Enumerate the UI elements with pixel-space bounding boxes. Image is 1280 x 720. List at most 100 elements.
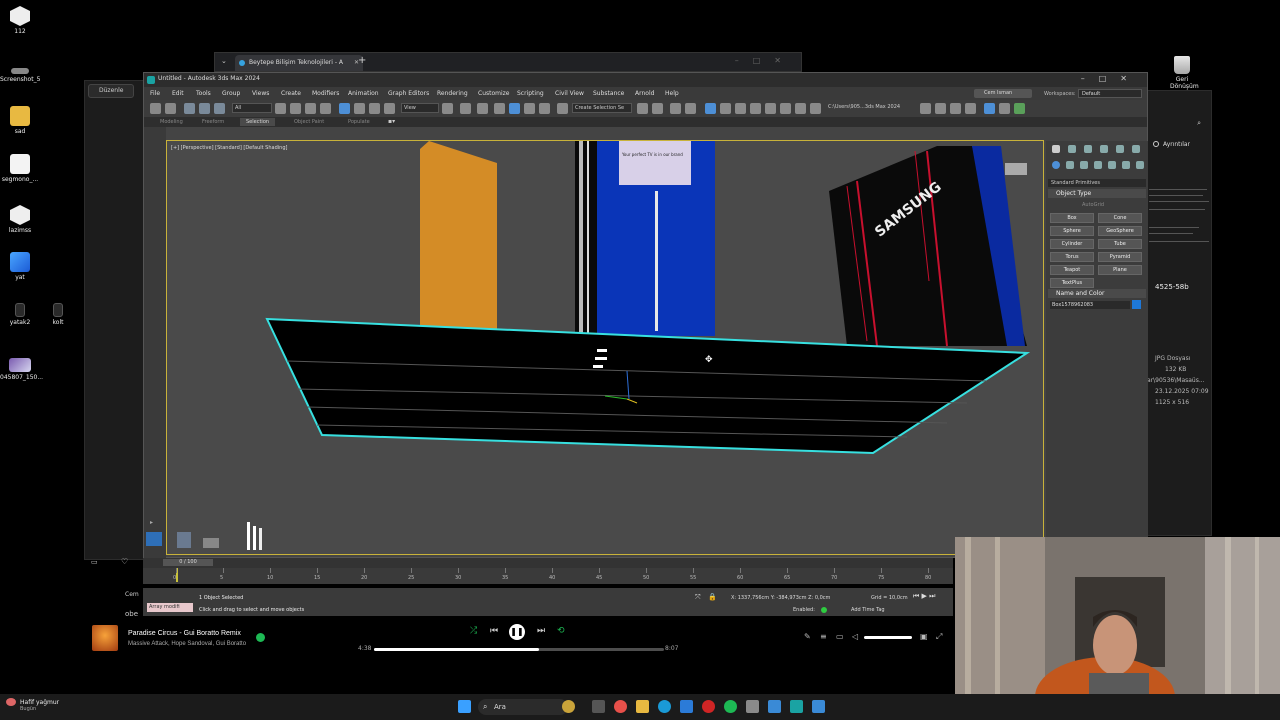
percent-snap-icon[interactable]: [524, 103, 535, 114]
geometry-icon[interactable]: [1052, 161, 1060, 169]
track-artists[interactable]: Massive Attack, Hope Sandoval, Gui Borat…: [128, 641, 246, 647]
layer-explorer-icon[interactable]: [685, 103, 696, 114]
time-slider-thumb[interactable]: 0 / 100: [163, 559, 213, 566]
perspective-viewport[interactable]: [+] [Perspective] [Standard] [Default Sh…: [166, 140, 1044, 555]
cameras-icon[interactable]: [1094, 161, 1102, 169]
name-color-rollout[interactable]: Name and Color: [1048, 289, 1146, 298]
chevron-down-icon[interactable]: ⌄: [221, 57, 227, 65]
project-folder-icon[interactable]: [920, 103, 931, 114]
isolate-icon[interactable]: ⤧: [695, 593, 701, 602]
start-windows-icon[interactable]: [458, 700, 471, 713]
menu-tools[interactable]: Tools: [196, 90, 211, 97]
menu-file[interactable]: File: [150, 90, 160, 97]
menu-modifiers[interactable]: Modifiers: [312, 90, 339, 97]
selection-filter-select[interactable]: All: [232, 103, 272, 113]
object-color-swatch[interactable]: [1132, 300, 1141, 309]
ribbon-tab-freeform[interactable]: Freeform: [202, 119, 224, 125]
render-setup-icon[interactable]: [765, 103, 776, 114]
miniplayer-icon[interactable]: ▣: [920, 632, 928, 641]
utilities-tab-icon[interactable]: [1132, 145, 1140, 153]
named-selection-select[interactable]: Create Selection Se: [572, 103, 632, 113]
viewcube[interactable]: [1005, 163, 1027, 175]
queue-icon[interactable]: ≡: [820, 632, 827, 641]
desktop-icon-yatak2[interactable]: yatak2: [0, 303, 40, 326]
undo-icon[interactable]: [150, 103, 161, 114]
heart-icon[interactable]: ♡: [121, 557, 128, 566]
shuffle-icon[interactable]: ⤮: [470, 626, 477, 636]
devices-icon[interactable]: ▭: [836, 632, 844, 641]
desktop-icon-045807[interactable]: 045807_150...: [0, 358, 43, 381]
ribbon-tab-populate[interactable]: Populate: [348, 119, 370, 125]
helpers-icon[interactable]: [1108, 161, 1116, 169]
menu-edit[interactable]: Edit: [172, 90, 184, 97]
menu-help[interactable]: Help: [665, 90, 679, 97]
scale-icon[interactable]: [369, 103, 380, 114]
photos-icon[interactable]: [812, 700, 825, 713]
menu-rendering[interactable]: Rendering: [437, 90, 468, 97]
sync-icon[interactable]: [1014, 103, 1025, 114]
file-explorer-icon[interactable]: [636, 700, 649, 713]
project-path[interactable]: C:\Users\905...3ds Max 2024: [828, 104, 900, 110]
time-slider[interactable]: ▭ ♡ 0 / 100: [91, 557, 953, 568]
textplus-button[interactable]: TextPlus: [1050, 278, 1094, 288]
redo-icon[interactable]: [165, 103, 176, 114]
align-icon[interactable]: [652, 103, 663, 114]
recycle-bin[interactable]: Geri Dönüşüm: [1170, 56, 1199, 90]
angle-snap-icon[interactable]: [509, 103, 520, 114]
desktop-icon-lazimss[interactable]: lazimss: [0, 205, 40, 234]
box-button[interactable]: Box: [1050, 213, 1094, 223]
window-controls[interactable]: –□✕: [735, 56, 795, 65]
cone-button[interactable]: Cone: [1098, 213, 1142, 223]
ribbon-options-icon[interactable]: ▪▾: [388, 118, 395, 125]
playback-progress[interactable]: [374, 648, 664, 651]
3dsmax-taskbar-icon[interactable]: [790, 700, 803, 713]
material-editor-icon[interactable]: [750, 103, 761, 114]
track-title[interactable]: Paradise Circus - Gui Boratto Remix: [128, 630, 241, 637]
chrome-icon[interactable]: [614, 700, 627, 713]
lights-icon[interactable]: [1080, 161, 1088, 169]
fullscreen-icon[interactable]: ⤢: [936, 632, 942, 642]
browser-tab[interactable]: Beytepe Bilişim Teknolojileri - A ✕: [235, 55, 363, 71]
select-manipulate-icon[interactable]: [460, 103, 471, 114]
autogrid-checkbox[interactable]: AutoGrid: [1082, 202, 1104, 208]
pause-button[interactable]: ❚❚: [509, 624, 525, 640]
spotify-icon[interactable]: [724, 700, 737, 713]
ribbon-tab-selection[interactable]: Selection: [240, 118, 276, 126]
placement-icon[interactable]: [384, 103, 395, 114]
bind-spacewarp-icon[interactable]: [214, 103, 225, 114]
window-crossing-icon[interactable]: [320, 103, 331, 114]
motion-tab-icon[interactable]: [1100, 145, 1108, 153]
torus-button[interactable]: Torus: [1050, 252, 1094, 262]
window-controls[interactable]: –□✕: [1081, 74, 1141, 83]
link-icon[interactable]: [184, 103, 195, 114]
snap-3d-icon[interactable]: [494, 103, 505, 114]
help-search-icon[interactable]: [999, 103, 1010, 114]
select-object-icon[interactable]: [275, 103, 286, 114]
save-icon[interactable]: [950, 103, 961, 114]
menu-group[interactable]: Group: [222, 90, 240, 97]
object-type-rollout[interactable]: Object Type: [1048, 189, 1146, 198]
play-icon[interactable]: ▸: [150, 519, 153, 526]
enabled-toggle[interactable]: Enabled:: [793, 607, 815, 613]
user-account-button[interactable]: Cem Isman: [974, 89, 1032, 98]
desktop-icon-screenshot[interactable]: Screenshot_5: [0, 68, 40, 83]
ribbon-tab-modeling[interactable]: Modeling: [160, 119, 183, 125]
object-name-input[interactable]: Box1578962083: [1050, 301, 1130, 309]
keyboard-shortcut-icon[interactable]: [477, 103, 488, 114]
app-icon[interactable]: [768, 700, 781, 713]
render-iterative-icon[interactable]: [810, 103, 821, 114]
menu-scripting[interactable]: Scripting: [517, 90, 544, 97]
open-icon[interactable]: [935, 103, 946, 114]
desktop-icon-yat[interactable]: yat: [0, 252, 40, 281]
geosphere-button[interactable]: GeoSphere: [1098, 226, 1142, 236]
menu-substance[interactable]: Substance: [593, 90, 624, 97]
tube-button[interactable]: Tube: [1098, 239, 1142, 249]
layout-tab-icon[interactable]: [146, 532, 162, 546]
weather-widget[interactable]: Hafif yağmur Bugün: [20, 699, 59, 712]
import-icon[interactable]: [965, 103, 976, 114]
viewport-label[interactable]: [+] [Perspective] [Standard] [Default Sh…: [171, 145, 287, 151]
cylinder-button[interactable]: Cylinder: [1050, 239, 1094, 249]
repeat-icon[interactable]: ⟲: [557, 626, 565, 636]
widget-icon[interactable]: [562, 700, 575, 713]
rect-selection-icon[interactable]: [305, 103, 316, 114]
